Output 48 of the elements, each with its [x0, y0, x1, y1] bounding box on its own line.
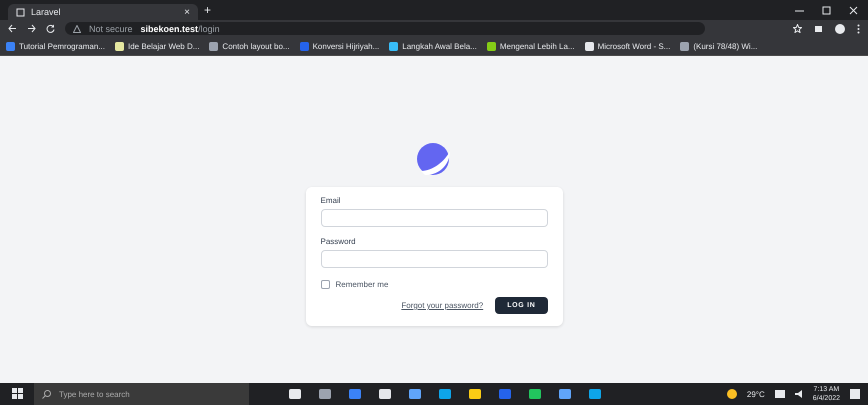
password-field[interactable]: [320, 250, 548, 268]
email-field[interactable]: [320, 209, 548, 227]
address-bar[interactable]: Not secure sibekoen.test/login: [65, 22, 705, 35]
reload-icon[interactable]: [46, 24, 55, 33]
remember-label: Remember me: [336, 280, 388, 289]
search-icon: [42, 390, 51, 398]
forward-icon[interactable]: [27, 24, 36, 33]
volume-icon[interactable]: [794, 390, 803, 398]
bookmark-item[interactable]: (Kursi 78/48) Wi...: [680, 42, 758, 50]
weather-text: 29°C: [746, 390, 765, 398]
browser-tab[interactable]: Laravel ×: [8, 4, 198, 20]
taskbar-app-icon[interactable]: [559, 389, 571, 399]
back-icon[interactable]: [8, 24, 17, 33]
taskbar-app-icon[interactable]: [469, 389, 481, 399]
page-icon: [16, 8, 25, 16]
password-label: Password: [320, 237, 357, 246]
taskbar-app-icon[interactable]: [409, 389, 421, 399]
taskbar-app-icon[interactable]: [529, 389, 541, 399]
taskbar-app-icon[interactable]: [589, 389, 601, 399]
taskbar-app-icon[interactable]: [349, 389, 361, 399]
weather-icon: [726, 389, 737, 399]
warning-icon: [73, 24, 81, 32]
taskbar-app-icon[interactable]: [439, 389, 451, 399]
more-icon[interactable]: [857, 24, 860, 34]
windows-icon[interactable]: [12, 388, 24, 400]
bookmark-item[interactable]: Mengenal Lebih La...: [486, 42, 575, 50]
close-icon[interactable]: [849, 6, 858, 14]
profile-icon[interactable]: [835, 24, 845, 34]
remember-checkbox[interactable]: [320, 280, 330, 289]
security-label: Not secure: [89, 24, 133, 34]
tab-title: Laravel: [31, 7, 62, 17]
bookmark-item[interactable]: Contoh layout bo...: [209, 42, 290, 50]
bookmark-item[interactable]: Konversi Hijriyah...: [300, 42, 380, 50]
taskbar-app-icon[interactable]: [289, 389, 301, 399]
taskbar-app-icon[interactable]: [379, 389, 391, 399]
bookmark-item[interactable]: Microsoft Word - S...: [584, 42, 670, 50]
forgot-password-link[interactable]: Forgot your password?: [401, 301, 484, 310]
search-field[interactable]: Type here to search: [34, 383, 249, 405]
bookmark-item[interactable]: Ide Belajar Web D...: [114, 42, 200, 50]
email-label: Email: [320, 196, 342, 205]
maximize-icon[interactable]: [822, 6, 831, 14]
taskbar-app-icon[interactable]: [319, 389, 331, 399]
close-tab-button[interactable]: ×: [184, 6, 190, 18]
new-tab-button[interactable]: +: [204, 3, 212, 17]
bookmark-item[interactable]: Tutorial Pemrograman...: [6, 42, 105, 50]
bookmark-item[interactable]: Langkah Awal Bela...: [389, 42, 477, 50]
star-icon[interactable]: [793, 24, 802, 32]
url-text: sibekoen.test/login: [140, 24, 220, 34]
